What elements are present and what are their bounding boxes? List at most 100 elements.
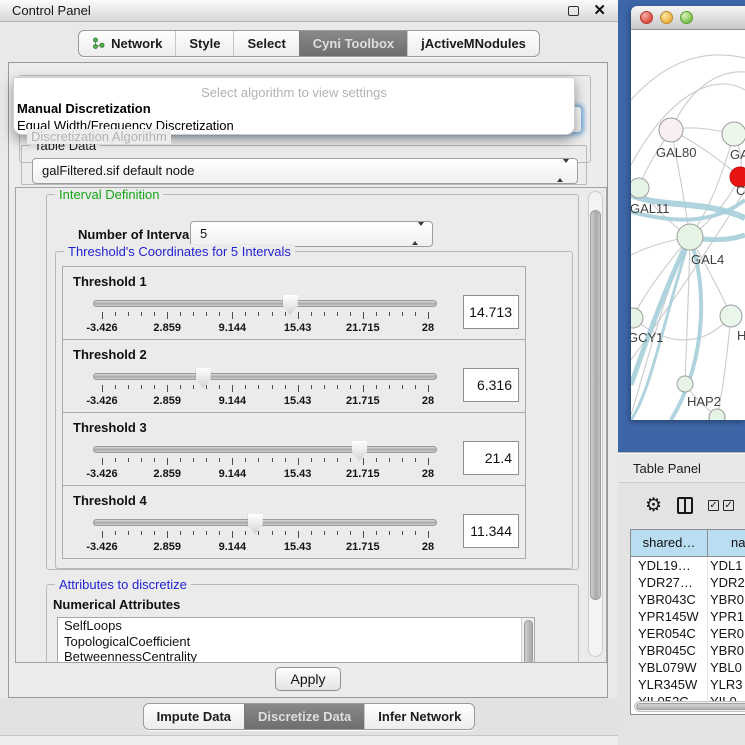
table-row[interactable]: YBR043CYBR0 <box>631 591 745 608</box>
tab-cyni-toolbox[interactable]: Cyni Toolbox <box>299 31 407 56</box>
table-horizontal-scrollbar[interactable] <box>634 701 745 712</box>
table-row[interactable]: YLR345WYLR3 <box>631 676 745 693</box>
tab-label: Style <box>189 36 220 51</box>
tick-mark <box>298 312 299 319</box>
cell-name: YBL0 <box>708 659 745 676</box>
tab-jactivemnodules[interactable]: jActiveMNodules <box>407 31 539 56</box>
tick-mark <box>193 385 194 389</box>
table-row[interactable]: YDL19…YDL1 <box>631 557 745 574</box>
scale-label: 15.43 <box>284 468 312 480</box>
tick-mark <box>363 385 364 392</box>
slider-track[interactable] <box>93 300 437 307</box>
tick-mark <box>285 458 286 462</box>
threshold-value-input[interactable]: 14.713 <box>463 295 519 329</box>
slider-track[interactable] <box>93 519 437 526</box>
settings-scrollbar[interactable] <box>588 191 603 657</box>
slider-track[interactable] <box>93 373 437 380</box>
threshold-value-input[interactable]: 21.4 <box>463 441 519 475</box>
bottom-tab-area: Impute DataDiscretize DataInfer Network <box>0 698 618 745</box>
table-row[interactable]: YER054CYER0 <box>631 625 745 642</box>
tab-select[interactable]: Select <box>233 31 298 56</box>
attribute-item-topologicalcoefficient[interactable]: TopologicalCoefficient <box>58 634 534 650</box>
tab-impute-data[interactable]: Impute Data <box>144 704 244 729</box>
cell-name: YBR0 <box>708 591 745 608</box>
tick-mark <box>245 531 246 535</box>
scrollbar-thumb[interactable] <box>590 210 601 600</box>
network-node[interactable] <box>709 409 725 420</box>
column-header[interactable]: shared… <box>631 530 708 557</box>
tab-discretize-data[interactable]: Discretize Data <box>244 704 364 729</box>
gear-icon[interactable]: ⚙ <box>645 496 662 515</box>
table-row[interactable]: YDR27…YDR2 <box>631 574 745 591</box>
tick-mark <box>324 458 325 462</box>
tab-label: jActiveMNodules <box>421 36 526 51</box>
close-icon[interactable]: ✕ <box>593 3 606 18</box>
numerical-attributes-list[interactable]: SelfLoopsTopologicalCoefficientBetweenne… <box>57 617 535 663</box>
tick-mark <box>180 458 181 462</box>
tick-mark <box>363 458 364 465</box>
tick-mark <box>206 531 207 535</box>
column-header[interactable]: na <box>708 530 745 557</box>
scale-label: 15.43 <box>284 322 312 334</box>
top-tabstrip: Network Style SelectCyni Toolbox jActiveMNo… <box>0 30 618 57</box>
cell-shared-name: YLR345W <box>631 676 708 693</box>
split-pane-icon[interactable] <box>677 497 693 514</box>
tab-label: Network <box>111 36 162 51</box>
tick-mark <box>167 531 168 538</box>
zoom-traffic-light-icon[interactable] <box>680 11 693 24</box>
checkbox-icon[interactable]: ✓ <box>723 500 734 511</box>
tick-mark <box>363 312 364 319</box>
threshold-value-input[interactable]: 11.344 <box>463 514 519 548</box>
scrollbar-thumb[interactable] <box>636 703 745 710</box>
tab-network[interactable]: Network <box>79 31 175 56</box>
table-row[interactable]: YPR145WYPR1 <box>631 608 745 625</box>
network-icon <box>92 37 105 50</box>
attribute-item-betweennesscentrality[interactable]: BetweennessCentrality <box>58 649 534 663</box>
slider-scale-labels: -3.4262.8599.14415.4321.71528 <box>102 395 428 408</box>
threshold-value-input[interactable]: 6.316 <box>463 368 519 402</box>
slider-track[interactable] <box>93 446 437 453</box>
attribute-item-selfloops[interactable]: SelfLoops <box>58 618 534 634</box>
table-row[interactable]: YBR045CYBR0 <box>631 642 745 659</box>
tab-infer-network[interactable]: Infer Network <box>364 704 474 729</box>
float-window-icon[interactable] <box>568 6 579 16</box>
network-node-h[interactable] <box>720 305 742 327</box>
table-data-combobox[interactable]: galFiltered.sif default node <box>32 158 578 184</box>
scale-label: 9.144 <box>219 322 247 334</box>
network-node-gal11[interactable] <box>631 178 649 198</box>
algorithm-option-manual-discretization[interactable]: Manual Discretization <box>14 100 574 117</box>
network-node-ga[interactable] <box>722 122 745 146</box>
tick-mark <box>258 385 259 389</box>
network-node-gal80[interactable] <box>659 118 683 142</box>
network-node-hap2[interactable] <box>677 376 693 392</box>
tick-mark <box>402 458 403 462</box>
apply-button[interactable]: Apply <box>275 667 340 691</box>
tab-style[interactable]: Style <box>175 31 233 56</box>
tick-mark <box>272 458 273 462</box>
settings-viewport: Interval Definition Number of Intervals … <box>15 187 607 663</box>
tick-mark <box>311 385 312 389</box>
threshold-row: Threshold 3-3.4262.8599.14415.4321.71528… <box>62 412 526 486</box>
node-label: GA <box>730 147 745 162</box>
tick-mark <box>193 531 194 535</box>
network-node-gal4[interactable] <box>677 224 703 250</box>
network-canvas[interactable]: GAL80GACGAL11GAL4GCY1HHAP2 <box>631 30 745 420</box>
tick-mark <box>180 531 181 535</box>
table-panel-bar: Table Panel <box>618 452 745 483</box>
tick-mark <box>102 385 103 392</box>
minimize-traffic-light-icon[interactable] <box>660 11 673 24</box>
tick-mark <box>272 385 273 389</box>
tick-mark <box>128 312 129 316</box>
cell-name: YER0 <box>708 625 745 642</box>
checkbox-icon[interactable]: ✓ <box>708 500 719 511</box>
list-scrollbar[interactable] <box>521 618 534 663</box>
number-of-intervals-value: 5 <box>200 226 207 241</box>
cell-shared-name: YDL19… <box>631 557 708 574</box>
table-row[interactable]: YBL079WYBL0 <box>631 659 745 676</box>
scale-label: 15.43 <box>284 541 312 553</box>
top-tabs: Network Style SelectCyni Toolbox jActiveMNo… <box>78 30 540 57</box>
cell-shared-name: YDR27… <box>631 574 708 591</box>
tick-mark <box>258 531 259 535</box>
scale-label: 28 <box>422 322 434 334</box>
close-traffic-light-icon[interactable] <box>640 11 653 24</box>
